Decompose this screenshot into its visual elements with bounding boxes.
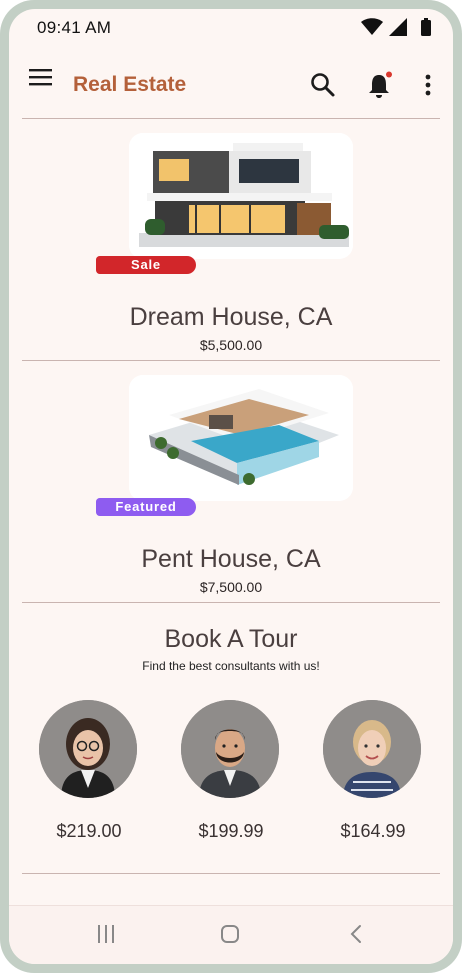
- notification-dot: [386, 71, 392, 78]
- divider: [22, 602, 440, 603]
- search-icon[interactable]: [310, 72, 336, 98]
- consultant-fee: $164.99: [340, 821, 406, 841]
- listing-name[interactable]: Dream House, CA: [9, 303, 453, 332]
- section-subtitle: Find the best consultants with us!: [142, 659, 320, 673]
- house-photo[interactable]: [129, 375, 353, 501]
- consultant-avatar[interactable]: [323, 700, 421, 798]
- signal-icon: [389, 18, 407, 36]
- battery-icon: [421, 18, 431, 36]
- app-title: Real Estate: [73, 73, 187, 96]
- consultant-avatar[interactable]: [181, 700, 279, 798]
- modern-house-illustration: [129, 133, 353, 259]
- sale-badge: Sale: [96, 256, 196, 274]
- divider: [22, 118, 440, 119]
- recent-apps-icon[interactable]: [97, 924, 115, 944]
- consultant-fee: $199.99: [198, 821, 264, 841]
- app-bar: Real Estate: [9, 47, 453, 109]
- divider: [22, 873, 440, 874]
- woman-blonde-portrait: [323, 700, 421, 798]
- more-vert-icon[interactable]: [423, 73, 433, 97]
- consultant-card[interactable]: $219.00: [39, 700, 139, 842]
- consultant-avatar[interactable]: [39, 700, 137, 798]
- section-title: Book A Tour: [164, 625, 298, 653]
- house-photo[interactable]: [129, 133, 353, 259]
- wifi-icon: [361, 18, 383, 35]
- menu-icon[interactable]: [29, 67, 53, 87]
- penthouse-illustration: [129, 375, 353, 501]
- device-frame: 09:41 AM Real Estate Sale Dream House, C…: [0, 0, 462, 973]
- listing-price: $5,500.00: [199, 337, 263, 353]
- status-bar: 09:41 AM: [9, 9, 453, 47]
- back-icon[interactable]: [349, 924, 363, 944]
- woman-glasses-portrait: [39, 700, 137, 798]
- home-icon[interactable]: [220, 924, 240, 944]
- listing-name[interactable]: Pent House, CA: [9, 545, 453, 574]
- system-nav-bar: [9, 905, 453, 964]
- man-beard-portrait: [181, 700, 279, 798]
- consultant-card[interactable]: $199.99: [181, 700, 281, 842]
- consultant-fee: $219.00: [56, 821, 122, 841]
- notification-bell-icon[interactable]: [367, 71, 393, 99]
- featured-badge: Featured: [96, 498, 196, 516]
- consultant-card[interactable]: $164.99: [323, 700, 423, 842]
- status-time: 09:41 AM: [37, 18, 112, 37]
- listing-price: $7,500.00: [199, 579, 263, 595]
- phone-screen: 09:41 AM Real Estate Sale Dream House, C…: [9, 9, 453, 964]
- divider: [22, 360, 440, 361]
